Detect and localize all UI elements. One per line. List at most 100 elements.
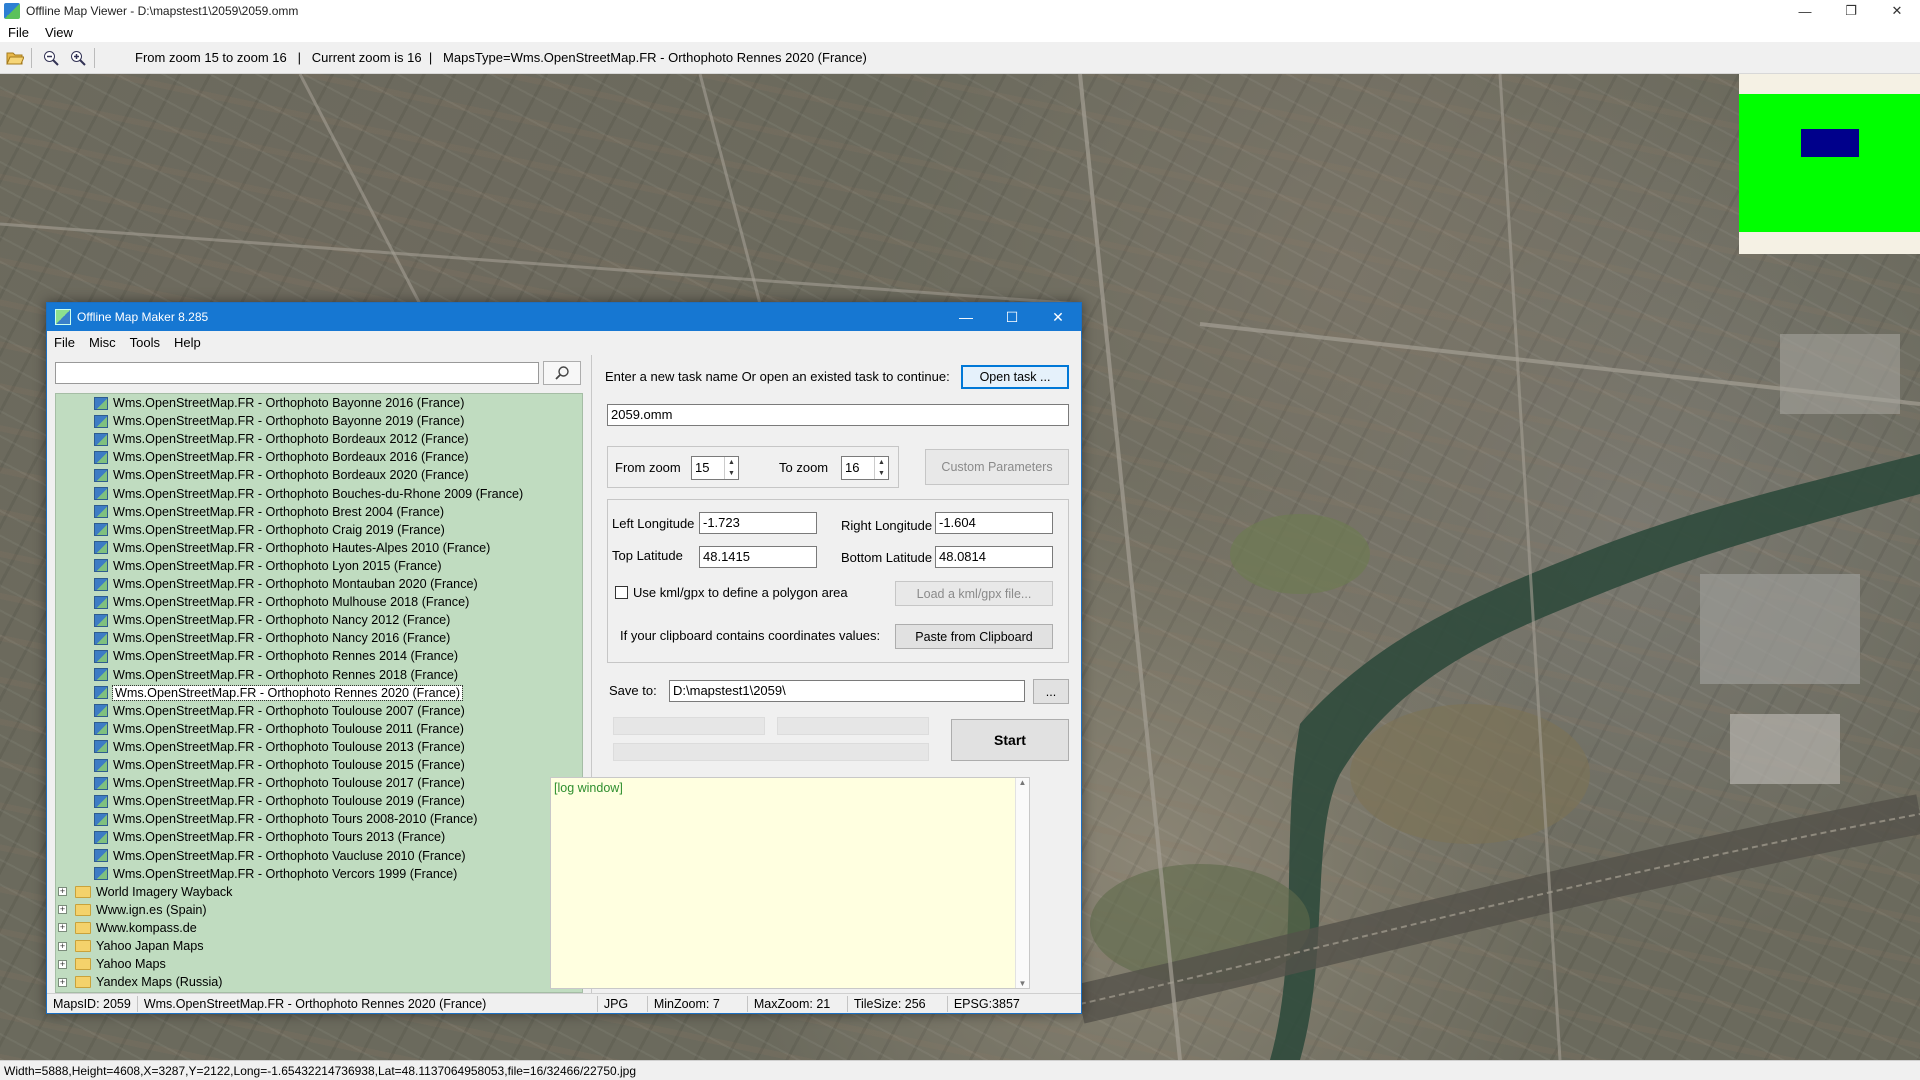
tree-item-label: Wms.OpenStreetMap.FR - Orthophoto Tours …: [113, 830, 446, 845]
tree-map-item[interactable]: Wms.OpenStreetMap.FR - Orthophoto Montau…: [94, 575, 478, 593]
tree-map-item[interactable]: Wms.OpenStreetMap.FR - Orthophoto Bayonn…: [94, 412, 464, 430]
tree-map-item[interactable]: Wms.OpenStreetMap.FR - Orthophoto Nancy …: [94, 611, 450, 629]
map-layer-icon: [94, 541, 108, 555]
tree-map-item[interactable]: Wms.OpenStreetMap.FR - Orthophoto Bouche…: [94, 485, 523, 503]
map-layer-icon: [94, 559, 108, 573]
start-button[interactable]: Start: [951, 719, 1069, 761]
save-to-field[interactable]: D:\mapstest1\2059\: [669, 680, 1025, 702]
tree-map-item[interactable]: Wms.OpenStreetMap.FR - Orthophoto Vauclu…: [94, 847, 466, 865]
tree-item-label: Wms.OpenStreetMap.FR - Orthophoto Bayonn…: [113, 396, 465, 410]
browse-folder-button[interactable]: ...: [1033, 679, 1069, 704]
right-longitude-field[interactable]: -1.604: [935, 512, 1053, 534]
tree-folder-item[interactable]: + Yahoo Japan Maps: [58, 937, 204, 955]
tree-item-label: Wms.OpenStreetMap.FR - Orthophoto Hautes…: [113, 540, 491, 555]
map-layer-icon: [94, 704, 108, 718]
zoom-out-icon[interactable]: [39, 46, 63, 70]
dialog-maximize-button[interactable]: ☐: [989, 303, 1035, 331]
expand-icon[interactable]: +: [58, 977, 67, 987]
tree-map-item[interactable]: Wms.OpenStreetMap.FR - Orthophoto Brest …: [94, 503, 444, 521]
left-longitude-field[interactable]: -1.723: [699, 512, 817, 534]
task-name-field[interactable]: 2059.omm: [607, 404, 1069, 426]
spin-up-icon[interactable]: ▲: [725, 457, 738, 468]
tree-folder-item[interactable]: + Www.ign.es (Spain): [58, 901, 207, 919]
maps-search-input[interactable]: [55, 362, 539, 384]
kml-polygon-checkbox[interactable]: [615, 586, 628, 599]
expand-icon[interactable]: +: [58, 941, 67, 951]
spin-down-icon[interactable]: ▼: [875, 468, 888, 479]
tree-map-item[interactable]: Wms.OpenStreetMap.FR - Orthophoto Nancy …: [94, 629, 450, 647]
minimize-button[interactable]: —: [1782, 0, 1828, 22]
tree-map-item[interactable]: Wms.OpenStreetMap.FR - Orthophoto Hautes…: [94, 539, 490, 557]
tree-folder-item[interactable]: + Www.kompass.de: [58, 919, 197, 937]
log-scrollbar[interactable]: ▲ ▼: [1015, 778, 1029, 988]
custom-parameters-button[interactable]: Custom Parameters: [925, 449, 1069, 485]
tree-map-item[interactable]: Wms.OpenStreetMap.FR - Orthophoto Toulou…: [94, 756, 465, 774]
menu-file[interactable]: File: [47, 335, 82, 350]
tree-map-item[interactable]: Wms.OpenStreetMap.FR - Orthophoto Vercor…: [94, 865, 457, 883]
minimap-viewport[interactable]: [1801, 129, 1859, 157]
menu-view[interactable]: View: [37, 25, 81, 40]
scroll-up-icon[interactable]: ▲: [1016, 778, 1029, 787]
from-zoom-spinner[interactable]: 15 ▲ ▼: [691, 456, 739, 480]
log-window[interactable]: [log window] ▲ ▼: [550, 777, 1030, 989]
scroll-down-icon[interactable]: ▼: [1016, 979, 1029, 988]
map-layer-icon: [94, 758, 108, 772]
tree-map-item[interactable]: Wms.OpenStreetMap.FR - Orthophoto Bayonn…: [94, 394, 464, 412]
tree-map-item[interactable]: Wms.OpenStreetMap.FR - Orthophoto Tours …: [94, 828, 445, 846]
tree-map-item[interactable]: Wms.OpenStreetMap.FR - Orthophoto Bordea…: [94, 466, 469, 484]
viewer-title: Offline Map Viewer - D:\mapstest1\2059\2…: [26, 4, 299, 18]
folder-open-icon[interactable]: [3, 46, 27, 70]
load-kml-button[interactable]: Load a kml/gpx file...: [895, 581, 1053, 606]
spin-up-icon[interactable]: ▲: [875, 457, 888, 468]
save-to-label: Save to:: [609, 683, 657, 698]
from-zoom-label: From zoom: [615, 460, 681, 475]
menu-tools[interactable]: Tools: [123, 335, 167, 350]
tree-map-item[interactable]: Wms.OpenStreetMap.FR - Orthophoto Lyon 2…: [94, 557, 442, 575]
zoom-in-icon[interactable]: [66, 46, 90, 70]
menu-file[interactable]: File: [0, 25, 37, 40]
menu-help[interactable]: Help: [167, 335, 208, 350]
spin-down-icon[interactable]: ▼: [725, 468, 738, 479]
tree-map-item[interactable]: Wms.OpenStreetMap.FR - Orthophoto Toulou…: [94, 720, 464, 738]
tree-map-item[interactable]: Wms.OpenStreetMap.FR - Orthophoto Toulou…: [94, 792, 465, 810]
tree-map-item[interactable]: Wms.OpenStreetMap.FR - Orthophoto Toulou…: [94, 702, 465, 720]
expand-icon[interactable]: +: [58, 959, 67, 969]
tree-map-item[interactable]: Wms.OpenStreetMap.FR - Orthophoto Bordea…: [94, 448, 469, 466]
paste-from-clipboard-button[interactable]: Paste from Clipboard: [895, 624, 1053, 649]
tree-folder-item[interactable]: + World Imagery Wayback: [58, 883, 232, 901]
tree-folder-item[interactable]: + Yandex Maps (Russia): [58, 973, 222, 991]
tree-map-item[interactable]: Wms.OpenStreetMap.FR - Orthophoto Rennes…: [94, 684, 464, 702]
dialog-minimize-button[interactable]: —: [943, 303, 989, 331]
tree-map-item[interactable]: Wms.OpenStreetMap.FR - Orthophoto Rennes…: [94, 647, 458, 665]
tree-map-item[interactable]: Wms.OpenStreetMap.FR - Orthophoto Craig …: [94, 521, 445, 539]
tree-map-item[interactable]: Wms.OpenStreetMap.FR - Orthophoto Toulou…: [94, 738, 465, 756]
map-layer-icon: [94, 812, 108, 826]
close-button[interactable]: ✕: [1874, 0, 1920, 22]
dialog-close-button[interactable]: ✕: [1035, 303, 1081, 331]
status-format: JPG: [598, 995, 648, 1012]
progress-bar-total: [613, 743, 929, 761]
restore-button[interactable]: ❐: [1828, 0, 1874, 22]
expand-icon[interactable]: +: [58, 887, 67, 897]
maps-tree[interactable]: Wms.OpenStreetMap.FR - Orthophoto Bayonn…: [55, 393, 583, 993]
tree-map-item[interactable]: Wms.OpenStreetMap.FR - Orthophoto Bordea…: [94, 430, 469, 448]
search-button[interactable]: [543, 361, 581, 385]
bottom-latitude-field[interactable]: 48.0814: [935, 546, 1053, 568]
minimap-area: [1739, 94, 1920, 232]
expand-icon[interactable]: +: [58, 905, 67, 915]
tree-item-label: Wms.OpenStreetMap.FR - Orthophoto Rennes…: [113, 667, 459, 682]
expand-icon[interactable]: +: [58, 923, 67, 933]
tree-folder-item[interactable]: + Yahoo Maps: [58, 955, 166, 973]
top-latitude-field[interactable]: 48.1415: [699, 546, 817, 568]
minimap[interactable]: [1739, 74, 1920, 254]
tree-item-label: Wms.OpenStreetMap.FR - Orthophoto Toulou…: [113, 758, 465, 772]
to-zoom-spinner[interactable]: 16 ▲ ▼: [841, 456, 889, 480]
tree-map-item[interactable]: Wms.OpenStreetMap.FR - Orthophoto Rennes…: [94, 666, 458, 684]
progress-bar-2: [777, 717, 929, 735]
map-layer-icon: [94, 740, 108, 754]
open-task-button[interactable]: Open task ...: [961, 365, 1069, 389]
tree-map-item[interactable]: Wms.OpenStreetMap.FR - Orthophoto Tours …: [94, 810, 477, 828]
tree-map-item[interactable]: Wms.OpenStreetMap.FR - Orthophoto Toulou…: [94, 774, 465, 792]
menu-misc[interactable]: Misc: [82, 335, 123, 350]
tree-map-item[interactable]: Wms.OpenStreetMap.FR - Orthophoto Mulhou…: [94, 593, 469, 611]
